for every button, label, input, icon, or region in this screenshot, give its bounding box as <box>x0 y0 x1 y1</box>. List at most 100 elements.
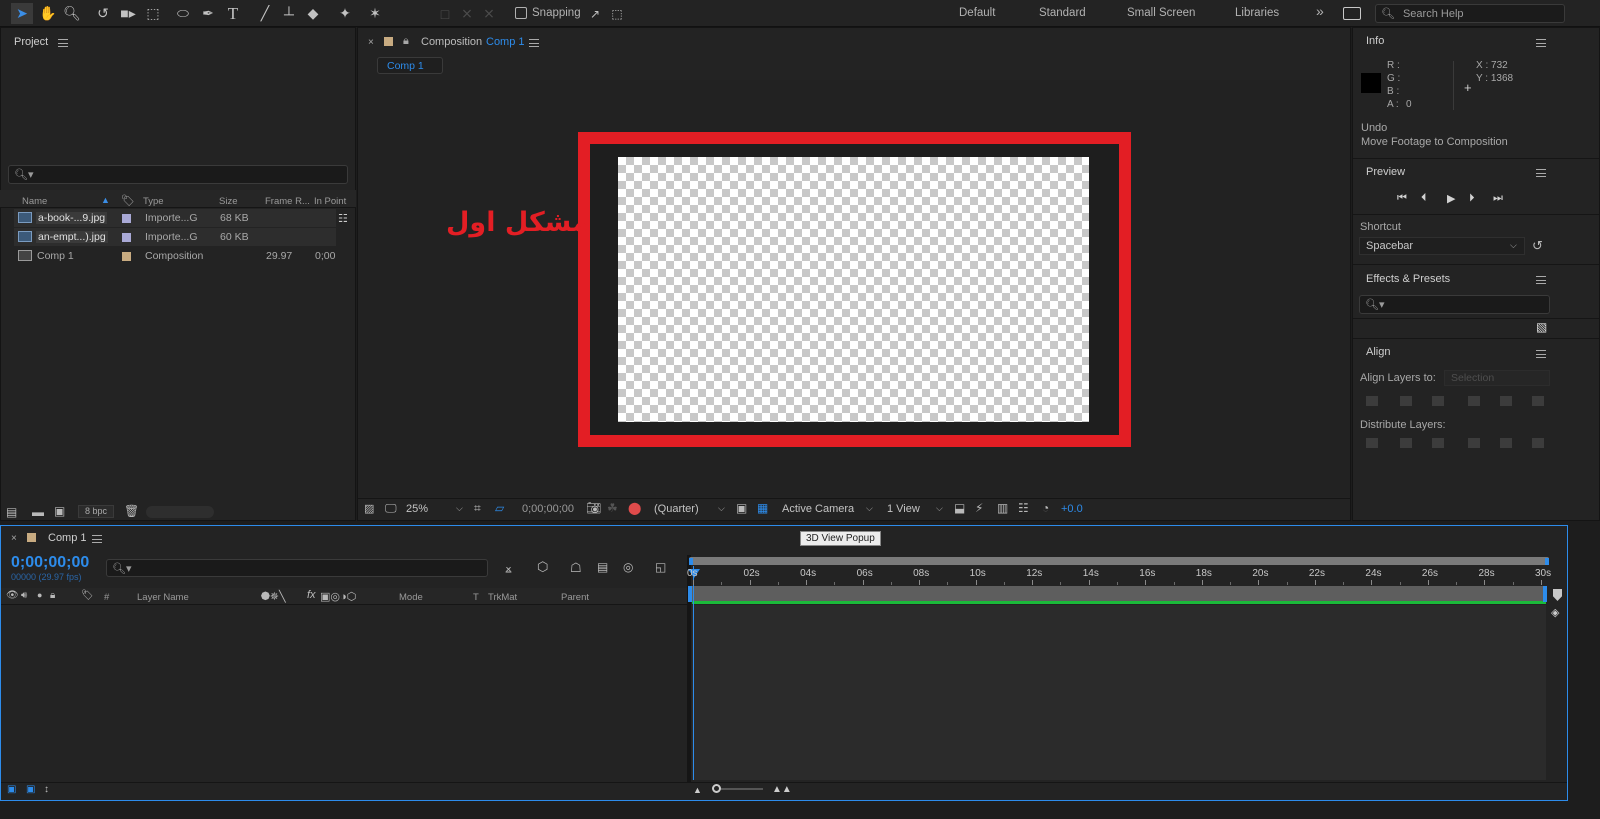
workspace-libraries[interactable]: Libraries <box>1235 7 1279 19</box>
hand-tool-icon[interactable]: ✋ <box>37 3 59 24</box>
column-size[interactable]: Size <box>219 196 237 207</box>
zoom-out-icon[interactable]: ▲ <box>693 785 702 795</box>
label-color-swatch[interactable] <box>122 252 131 261</box>
camera-tool-icon[interactable]: ■▸ <box>117 3 139 24</box>
column-layer-name[interactable]: Layer Name <box>137 592 189 603</box>
project-panel-title[interactable]: Project <box>14 36 48 48</box>
video-visibility-icon[interactable]: 👁︎ <box>6 590 19 601</box>
project-search-field[interactable]: 🔍︎▾ <box>8 165 348 184</box>
selection-tool-icon[interactable]: ➤ <box>11 3 33 24</box>
motion-blur-icon[interactable]: ◎ <box>623 560 633 574</box>
bit-depth-button[interactable]: 8 bpc <box>78 505 114 518</box>
graph-editor-icon[interactable]: ◱ <box>655 560 666 574</box>
project-item[interactable]: Comp 1 Composition 29.97 0;00 <box>14 247 336 265</box>
lock-icon[interactable]: 🔒︎ <box>403 35 409 48</box>
project-item[interactable]: a-book-...9.jpg Importe...G 68 KB <box>14 209 336 227</box>
pan-behind-tool-icon[interactable]: ⬚ <box>142 3 164 24</box>
puppet-pin-tool-icon[interactable]: ✶ <box>364 3 386 24</box>
composition-tab-name[interactable]: Comp 1 <box>486 36 525 48</box>
transfer-controls-toggle-icon[interactable]: ▣ <box>26 784 35 795</box>
reset-exposure-icon[interactable]: ◔ <box>1042 501 1049 515</box>
trash-icon[interactable]: 🗑︎ <box>124 504 139 518</box>
pixel-aspect-icon[interactable]: ⬓ <box>954 501 965 515</box>
type-tool-icon[interactable]: T <box>222 3 244 24</box>
align-panel-title[interactable]: Align <box>1366 346 1390 358</box>
current-time-indicator[interactable] <box>693 566 694 780</box>
help-search-field[interactable]: 🔍︎ Search Help <box>1375 4 1565 23</box>
chevron-down-icon[interactable]: ⌵ <box>718 503 725 514</box>
chevron-down-icon[interactable]: ⌵ <box>866 503 873 514</box>
exposure-value[interactable]: +0.0 <box>1061 503 1083 515</box>
lock-icon[interactable]: 🔒︎ <box>50 590 55 601</box>
composition-menu-icon[interactable] <box>529 39 539 47</box>
brush-tool-icon[interactable]: ╱ <box>254 3 276 24</box>
workspace-overflow-icon[interactable]: » <box>1316 3 1324 19</box>
sync-settings-icon[interactable] <box>1343 7 1361 20</box>
snapshot-camera-icon[interactable]: 📷︎ <box>586 501 601 515</box>
clone-stamp-tool-icon[interactable]: ┴ <box>278 3 300 24</box>
workspace-small-screen[interactable]: Small Screen <box>1127 7 1195 19</box>
current-time[interactable]: 0;00;00;00 <box>522 503 574 515</box>
next-frame-icon[interactable]: ⏵︎ <box>1469 192 1475 205</box>
grid-guides-icon[interactable]: ⌗ <box>474 501 481 516</box>
project-menu-icon[interactable] <box>58 39 68 47</box>
info-panel-title[interactable]: Info <box>1366 35 1384 47</box>
interpret-footage-icon[interactable]: ▤ <box>6 505 17 519</box>
frame-blending-icon[interactable]: ▤ <box>597 560 608 574</box>
label-tag-icon[interactable]: 🏷︎ <box>121 194 135 207</box>
zoom-dropdown[interactable]: 25% <box>406 503 428 515</box>
effects-panel-title[interactable]: Effects & Presets <box>1366 273 1450 285</box>
snap-edges-icon[interactable]: ↗ <box>584 3 606 24</box>
zoom-slider-handle[interactable] <box>712 784 721 793</box>
layer-track-area[interactable] <box>692 605 1546 780</box>
work-area-start-handle[interactable] <box>688 586 692 602</box>
comp-flow-tab[interactable]: Comp 1 <box>377 57 443 74</box>
preview-menu-icon[interactable] <box>1536 169 1546 177</box>
comp-mini-flowchart-icon[interactable]: ⨱ <box>505 561 512 576</box>
align-menu-icon[interactable] <box>1536 350 1546 358</box>
new-preset-icon[interactable]: ▧ <box>1536 320 1547 334</box>
comp-button-icon[interactable]: ◈ <box>1551 606 1559 619</box>
effects-menu-icon[interactable] <box>1536 276 1546 284</box>
eraser-tool-icon[interactable]: ◆ <box>302 3 324 24</box>
zoom-tool-icon[interactable]: 🔍︎ <box>61 3 83 24</box>
work-area-navigator[interactable] <box>689 557 1549 565</box>
work-area-end-handle[interactable] <box>1543 586 1547 602</box>
new-folder-icon[interactable]: ▬ <box>32 505 44 519</box>
snap-features-icon[interactable]: ⬚ <box>606 3 628 24</box>
pen-tool-icon[interactable]: ✒ <box>197 3 219 24</box>
last-frame-icon[interactable]: ⏭︎ <box>1493 192 1503 205</box>
monitor-icon[interactable]: 🖵︎ <box>385 501 397 516</box>
chevron-down-icon[interactable]: ⌵ <box>936 503 943 514</box>
column-trkmat[interactable]: TrkMat <box>488 592 517 603</box>
new-composition-icon[interactable]: ▣ <box>54 504 65 518</box>
label-color-swatch[interactable] <box>122 233 131 242</box>
project-item[interactable]: an-empt...).jpg Importe...G 60 KB <box>14 228 336 246</box>
info-menu-icon[interactable] <box>1536 39 1546 47</box>
region-of-interest-icon[interactable]: ▣ <box>736 501 747 515</box>
chevron-down-icon[interactable]: ⌵ <box>456 503 463 514</box>
fast-previews-icon[interactable]: ⚡︎ <box>975 501 983 515</box>
camera-dropdown[interactable]: Active Camera <box>782 503 854 515</box>
workspace-default[interactable]: Default <box>959 7 995 19</box>
first-frame-icon[interactable]: ⏮︎ <box>1397 192 1407 205</box>
ellipse-tool-icon[interactable]: ⬭ <box>172 3 194 24</box>
snapping-checkbox[interactable] <box>515 7 527 19</box>
zoom-in-icon[interactable]: ▲▲ <box>772 784 792 795</box>
thumbnail-scroll[interactable] <box>146 506 214 518</box>
workspace-standard[interactable]: Standard <box>1039 7 1086 19</box>
timeline-timecode[interactable]: 0;00;00;00 <box>11 554 89 572</box>
navigator-end-handle[interactable] <box>1545 558 1549 565</box>
label-tag-icon[interactable]: 🏷︎ <box>81 590 94 601</box>
reset-icon[interactable]: ↺ <box>1532 238 1543 254</box>
composition-tab-label[interactable]: Composition <box>421 36 482 48</box>
timeline-icon[interactable]: ▥ <box>997 501 1008 515</box>
timeline-tab[interactable]: Comp 1 <box>48 532 87 544</box>
in-out-toggle-icon[interactable]: ↕ <box>44 784 49 795</box>
label-color-swatch[interactable] <box>122 214 131 223</box>
solo-icon[interactable]: ● <box>37 590 42 600</box>
navigator-start-handle[interactable] <box>689 558 693 565</box>
draft-3d-icon[interactable]: ⬡ <box>537 559 548 575</box>
shortcut-dropdown[interactable]: Spacebar ⌵ <box>1359 237 1525 255</box>
column-type[interactable]: Type <box>143 196 164 207</box>
